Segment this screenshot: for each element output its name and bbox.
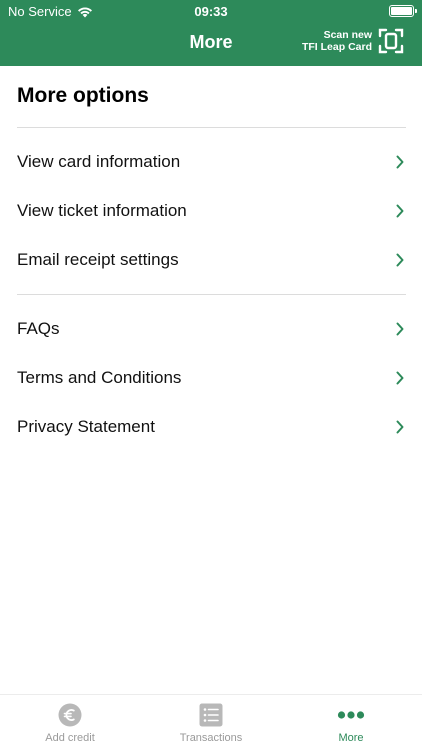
tab-transactions[interactable]: Transactions bbox=[141, 695, 281, 750]
chevron-right-icon bbox=[396, 253, 404, 267]
tab-label: Add credit bbox=[45, 732, 95, 744]
scan-frame-icon bbox=[378, 28, 404, 54]
scan-label-line2: TFI Leap Card bbox=[301, 41, 372, 53]
battery-icon bbox=[389, 5, 417, 17]
view-ticket-information-item[interactable]: View ticket information bbox=[0, 189, 422, 233]
app-header: No Service 09:33 More Scan new TFI Leap … bbox=[0, 0, 422, 66]
tab-bar: Add credit Transactions More bbox=[0, 694, 422, 750]
chevron-right-icon bbox=[396, 204, 404, 218]
tab-add-credit[interactable]: Add credit bbox=[0, 695, 140, 750]
status-bar: No Service 09:33 bbox=[0, 0, 422, 22]
list-item-label: Email receipt settings bbox=[17, 250, 179, 269]
chevron-right-icon bbox=[396, 155, 404, 169]
clock: 09:33 bbox=[194, 4, 228, 19]
divider bbox=[17, 127, 406, 128]
page-title: More options bbox=[17, 84, 149, 107]
list-icon bbox=[199, 703, 223, 727]
chevron-right-icon bbox=[396, 420, 404, 434]
privacy-statement-item[interactable]: Privacy Statement bbox=[0, 405, 422, 449]
tab-label: Transactions bbox=[179, 732, 243, 744]
more-dots-icon bbox=[337, 711, 365, 719]
terms-and-conditions-item[interactable]: Terms and Conditions bbox=[0, 356, 422, 400]
scan-card-button[interactable]: Scan new TFI Leap Card bbox=[302, 28, 404, 54]
faqs-item[interactable]: FAQs bbox=[0, 307, 422, 351]
chevron-right-icon bbox=[396, 371, 404, 385]
list-item-label: Terms and Conditions bbox=[17, 368, 182, 387]
list-item-label: View ticket information bbox=[17, 201, 187, 220]
divider bbox=[17, 294, 406, 295]
euro-icon bbox=[58, 703, 82, 727]
view-card-information-item[interactable]: View card information bbox=[0, 140, 422, 184]
email-receipt-settings-item[interactable]: Email receipt settings bbox=[0, 238, 422, 282]
list-item-label: Privacy Statement bbox=[17, 417, 155, 436]
scan-label-line1: Scan new bbox=[323, 29, 372, 41]
list-item-label: View card information bbox=[17, 152, 181, 171]
tab-label: More bbox=[338, 732, 364, 744]
scan-card-label: Scan new TFI Leap Card bbox=[302, 29, 372, 53]
list-item-label: FAQs bbox=[17, 319, 60, 338]
chevron-right-icon bbox=[396, 322, 404, 336]
tab-more[interactable]: More bbox=[281, 695, 421, 750]
